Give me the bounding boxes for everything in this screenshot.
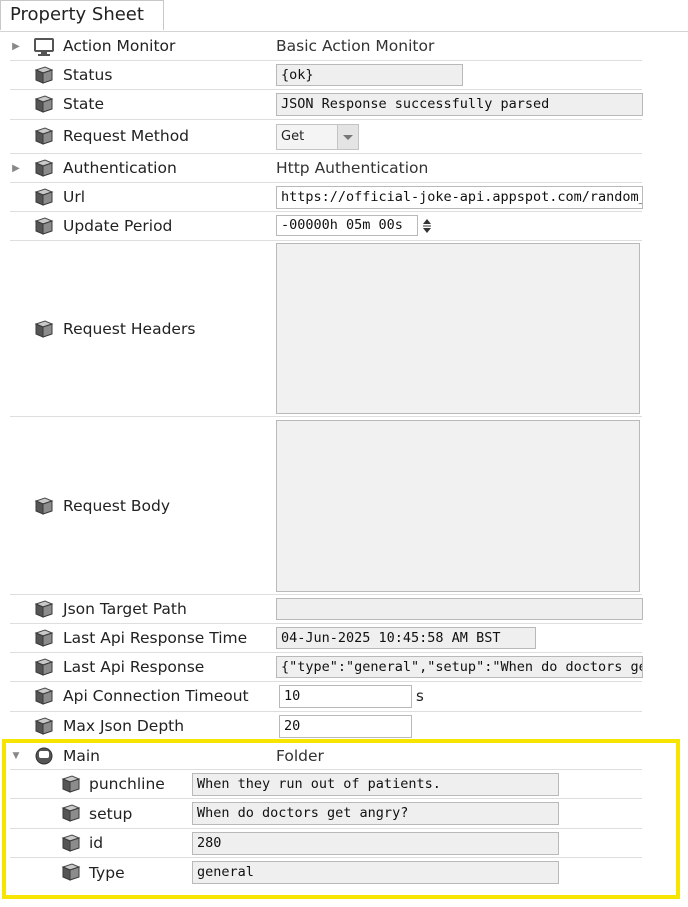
- state-field: JSON Response successfully parsed: [276, 93, 643, 116]
- max-json-depth-input[interactable]: 20: [279, 715, 412, 738]
- request-body-textarea[interactable]: [276, 420, 640, 592]
- highlight-box: [2, 739, 680, 899]
- row-request-body: Request Body: [0, 417, 688, 595]
- cube-icon: [33, 126, 55, 146]
- request-method-label: Request Method: [63, 127, 190, 145]
- cube-icon: [33, 65, 55, 85]
- chevron-down-icon[interactable]: [337, 125, 358, 149]
- row-json-target-path: Json Target Path: [0, 595, 688, 624]
- update-period-input[interactable]: -00000h 05m 00s: [276, 215, 418, 236]
- api-connection-timeout-input[interactable]: 10: [279, 685, 412, 708]
- url-label: Url: [63, 188, 86, 206]
- request-body-label: Request Body: [63, 497, 171, 515]
- authentication-label: Authentication: [63, 159, 177, 177]
- row-api-connection-timeout: Api Connection Timeout 10 s: [0, 682, 688, 712]
- state-label: State: [63, 95, 105, 113]
- row-last-api-response-time: Last Api Response Time 04-Jun-2025 10:45…: [0, 624, 688, 653]
- row-status: Status {ok}: [0, 61, 688, 90]
- cube-icon: [33, 94, 55, 114]
- cube-icon: [33, 686, 55, 706]
- authentication-value: Http Authentication: [276, 159, 429, 177]
- expand-arrow-icon[interactable]: ▶: [10, 41, 22, 53]
- max-json-depth-label: Max Json Depth: [63, 717, 185, 735]
- request-method-select[interactable]: Get: [276, 124, 359, 150]
- row-last-api-response: Last Api Response {"type":"general","set…: [0, 653, 688, 682]
- monitor-icon: [34, 38, 54, 56]
- last-api-response-time-field: 04-Jun-2025 10:45:58 AM BST: [276, 627, 536, 649]
- action-monitor-label: Action Monitor: [63, 37, 176, 55]
- cube-icon: [33, 216, 55, 236]
- last-api-response-time-label: Last Api Response Time: [63, 629, 248, 647]
- row-request-headers: Request Headers: [0, 241, 688, 417]
- row-url: Url https://official-joke-api.appspot.co…: [0, 183, 688, 212]
- last-api-response-field: {"type":"general","setup":"When do docto…: [276, 656, 643, 678]
- request-headers-label: Request Headers: [63, 320, 196, 338]
- timeout-unit: s: [416, 687, 424, 705]
- action-monitor-value: Basic Action Monitor: [276, 37, 435, 55]
- json-target-path-label: Json Target Path: [63, 600, 187, 618]
- row-authentication: ▶ Authentication Http Authentication: [0, 154, 688, 183]
- api-connection-timeout-label: Api Connection Timeout: [63, 687, 249, 705]
- cube-icon: [33, 187, 55, 207]
- request-headers-textarea[interactable]: [276, 243, 640, 414]
- last-api-response-label: Last Api Response: [63, 658, 205, 676]
- spinner-arrows-icon[interactable]: [421, 217, 433, 235]
- cube-icon: [33, 657, 55, 677]
- row-state: State JSON Response successfully parsed: [0, 90, 688, 120]
- row-update-period: Update Period -00000h 05m 00s: [0, 212, 688, 241]
- row-action-monitor: ▶ Action Monitor Basic Action Monitor: [0, 32, 688, 61]
- cube-icon: [33, 628, 55, 648]
- tab-strip: Property Sheet: [0, 0, 688, 32]
- tab-property-sheet[interactable]: Property Sheet: [0, 0, 164, 30]
- row-max-json-depth: Max Json Depth 20: [0, 712, 688, 742]
- update-period-label: Update Period: [63, 217, 173, 235]
- url-input[interactable]: https://official-joke-api.appspot.com/ra…: [276, 186, 643, 209]
- cube-icon: [33, 319, 55, 339]
- cube-icon: [33, 496, 55, 516]
- cube-icon: [33, 158, 55, 178]
- expand-arrow-icon[interactable]: ▶: [10, 163, 22, 175]
- cube-icon: [33, 716, 55, 736]
- row-request-method: Request Method Get: [0, 120, 688, 154]
- request-method-value: Get: [281, 129, 305, 144]
- status-label: Status: [63, 66, 113, 84]
- json-target-path-input[interactable]: [276, 598, 643, 620]
- cube-icon: [33, 599, 55, 619]
- status-field: {ok}: [276, 64, 463, 86]
